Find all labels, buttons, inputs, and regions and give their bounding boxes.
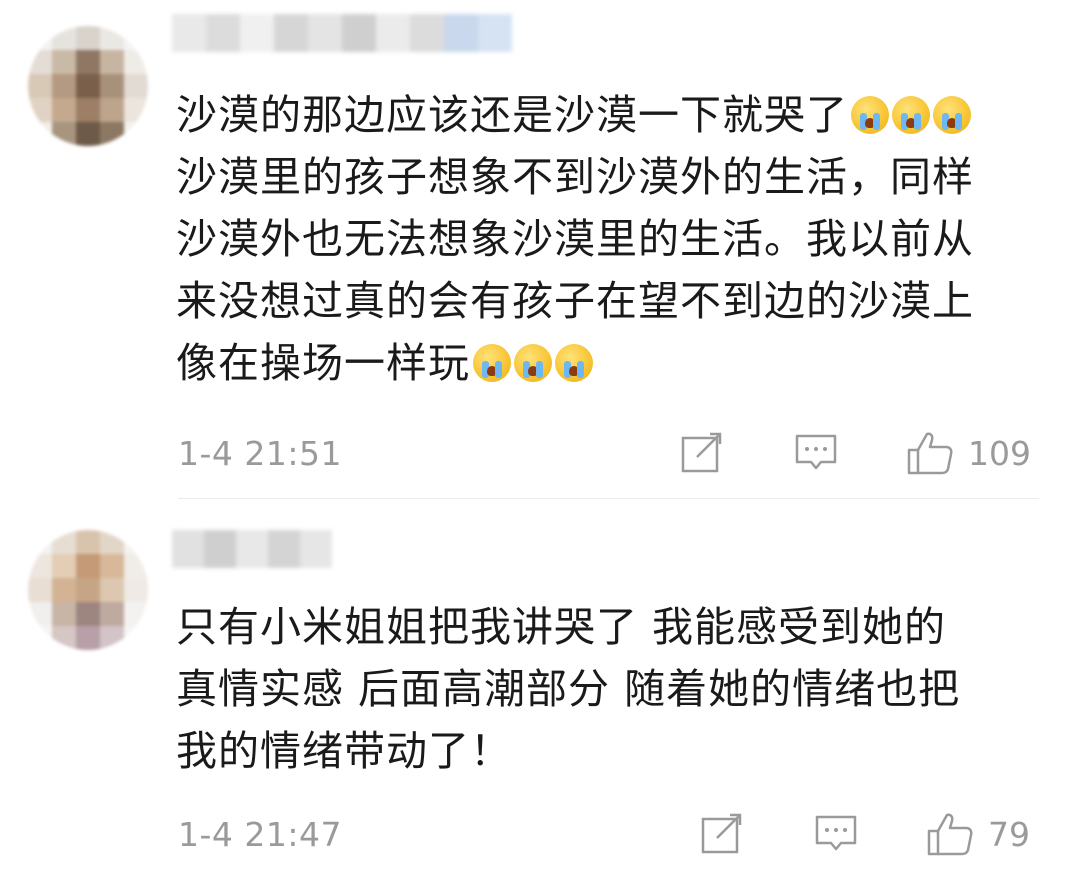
comment-line: 真情实感 后面高潮部分 随着她的情绪也把 [176, 665, 961, 713]
loudly-crying-face-icon [851, 96, 889, 134]
reply-button[interactable] [794, 432, 838, 474]
comment-reply-icon [795, 434, 837, 470]
comment-text: 沙漠的那边应该还是沙漠一下就哭了 沙漠里的孩子想象不到沙漠外的生活，同样 沙漠外… [176, 84, 1033, 394]
comment-line: 沙漠里的孩子想象不到沙漠外的生活，同样 [176, 153, 974, 201]
like-button[interactable]: 79 [926, 811, 1030, 857]
comment-line: 沙漠外也无法想象沙漠里的生活。我以前从 [176, 215, 974, 263]
username-blurred[interactable] [172, 14, 512, 52]
loudly-crying-face-icon [555, 344, 593, 382]
comment-reply-icon [815, 815, 857, 851]
comment-line: 只有小米姐姐把我讲哭了 我能感受到她的 [176, 603, 947, 651]
loudly-crying-face-icon [473, 344, 511, 382]
loudly-crying-face-icon [892, 96, 930, 134]
comment-line: 沙漠的那边应该还是沙漠一下就哭了 [176, 84, 1033, 146]
thumbs-up-icon [907, 432, 953, 475]
comment-item: 只有小米姐姐把我讲哭了 我能感受到她的 真情实感 后面高潮部分 随着她的情绪也把… [0, 500, 1067, 880]
like-count: 79 [988, 814, 1030, 854]
comment-text: 只有小米姐姐把我讲哭了 我能感受到她的 真情实感 后面高潮部分 随着她的情绪也把… [176, 596, 1033, 782]
username-blurred[interactable] [172, 530, 332, 568]
like-button[interactable]: 109 [906, 430, 1031, 476]
avatar[interactable] [28, 26, 148, 146]
comment-line: 像在操场一样玩 [176, 332, 1033, 394]
comment-line: 来没想过真的会有孩子在望不到边的沙漠上 [176, 277, 974, 325]
comment-timestamp: 1-4 21:47 [178, 815, 342, 854]
comment-actions: 109 [680, 430, 1031, 476]
comment-timestamp: 1-4 21:51 [178, 434, 342, 473]
share-button[interactable] [700, 813, 744, 855]
comment-item: 沙漠的那边应该还是沙漠一下就哭了 沙漠里的孩子想象不到沙漠外的生活，同样 沙漠外… [0, 0, 1067, 500]
share-button[interactable] [680, 432, 724, 474]
avatar[interactable] [28, 530, 148, 650]
thumbs-up-icon [927, 813, 973, 856]
share-edit-icon [681, 432, 722, 473]
reply-button[interactable] [814, 813, 858, 855]
comment-actions: 79 [700, 811, 1030, 857]
like-count: 109 [968, 433, 1031, 473]
comment-line: 我的情绪带动了！ [176, 727, 512, 775]
divider [178, 498, 1039, 499]
loudly-crying-face-icon [514, 344, 552, 382]
loudly-crying-face-icon [933, 96, 971, 134]
share-edit-icon [701, 813, 742, 854]
